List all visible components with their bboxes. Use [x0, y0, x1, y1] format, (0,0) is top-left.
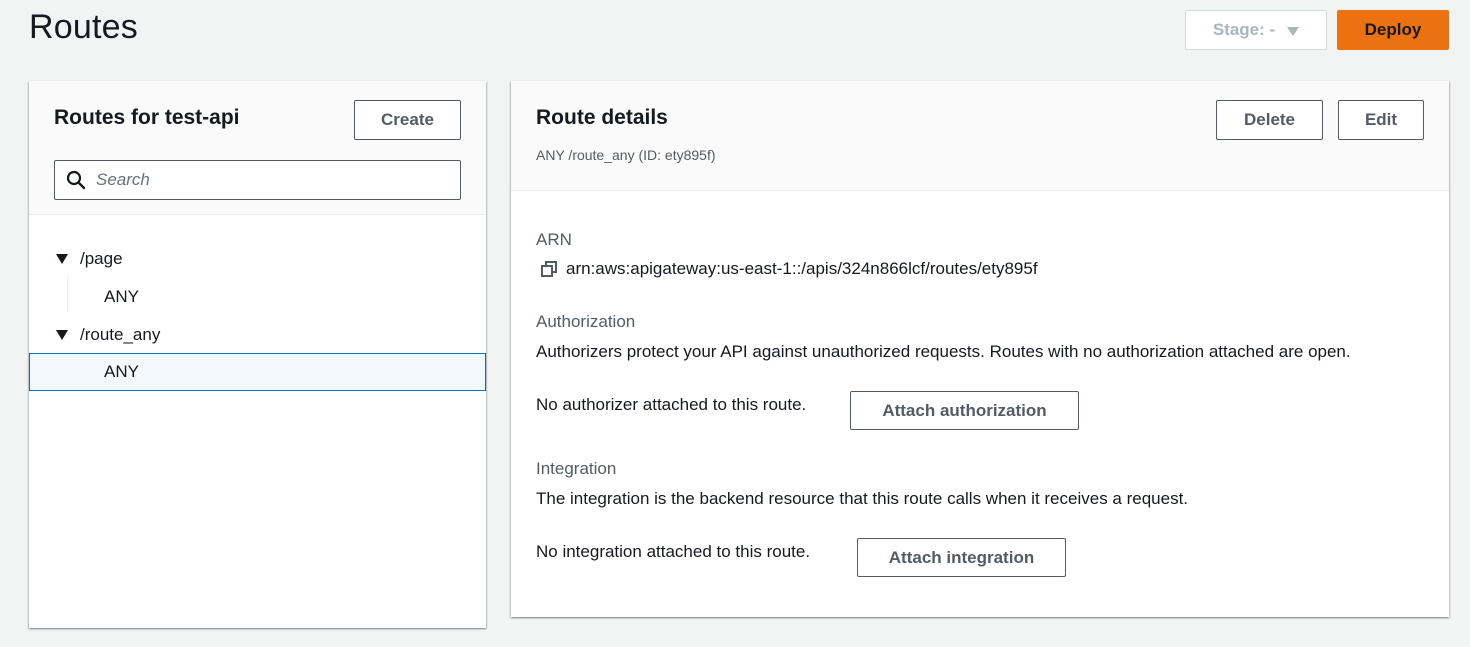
- tree-guide-line: [67, 277, 68, 311]
- route-path-label: /route_any: [80, 325, 161, 344]
- route-details-title: Route details: [536, 106, 668, 129]
- attach-integration-button[interactable]: Attach integration: [857, 538, 1066, 577]
- arn-row: arn:aws:apigateway:us-east-1::/apis/324n…: [540, 259, 1038, 279]
- arn-value: arn:aws:apigateway:us-east-1::/apis/324n…: [566, 259, 1038, 278]
- expand-triangle-icon[interactable]: [56, 330, 68, 340]
- authorization-status: No authorizer attached to this route.: [536, 395, 807, 414]
- create-route-button[interactable]: Create: [354, 100, 461, 140]
- delete-button[interactable]: Delete: [1216, 100, 1323, 140]
- search-input[interactable]: [96, 170, 456, 190]
- authorization-description: Authorizers protect your API against una…: [536, 342, 1351, 361]
- search-box[interactable]: [54, 160, 461, 200]
- route-details-subtitle: ANY /route_any (ID: ety895f): [536, 147, 716, 163]
- selected-route-highlight: [29, 353, 486, 391]
- routes-panel: Routes for test-api Create /page ANY /ro…: [29, 81, 486, 628]
- routes-panel-header: Routes for test-api Create: [29, 81, 486, 215]
- route-path-label: /page: [80, 249, 123, 268]
- caret-down-icon: [1287, 26, 1300, 36]
- integration-status: No integration attached to this route.: [536, 542, 811, 561]
- authorization-label: Authorization: [536, 312, 636, 331]
- arn-label: ARN: [536, 230, 572, 249]
- route-method-any-selected[interactable]: ANY: [104, 362, 139, 382]
- route-node-route-any[interactable]: /route_any: [56, 325, 160, 345]
- attach-authorization-button[interactable]: Attach authorization: [850, 391, 1079, 430]
- stage-select-label: Stage: -: [1212, 20, 1276, 39]
- route-method-any[interactable]: ANY: [104, 287, 139, 307]
- edit-button[interactable]: Edit: [1338, 100, 1424, 140]
- deploy-button[interactable]: Deploy: [1337, 10, 1449, 50]
- copy-icon[interactable]: [540, 260, 558, 278]
- route-node-page[interactable]: /page: [56, 249, 123, 269]
- search-icon: [66, 170, 86, 190]
- stage-select[interactable]: Stage: -: [1185, 10, 1327, 50]
- page-title: Routes: [29, 8, 138, 46]
- routes-panel-title: Routes for test-api: [54, 106, 240, 129]
- expand-triangle-icon[interactable]: [56, 254, 68, 264]
- route-details-header: Route details ANY /route_any (ID: ety895…: [511, 81, 1449, 191]
- route-details-panel: Route details ANY /route_any (ID: ety895…: [511, 81, 1449, 617]
- integration-label: Integration: [536, 459, 617, 478]
- integration-description: The integration is the backend resource …: [536, 489, 1189, 508]
